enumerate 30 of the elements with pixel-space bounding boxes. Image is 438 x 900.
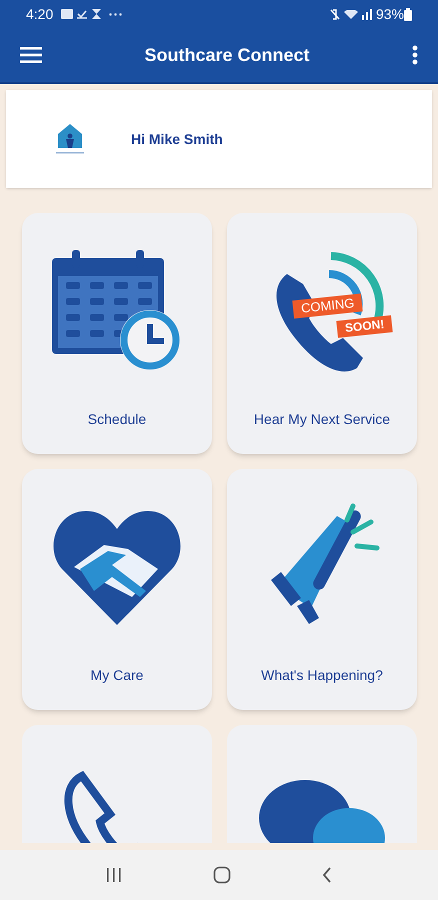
image-icon — [61, 9, 74, 19]
menu-tile[interactable]: My Care — [22, 469, 212, 710]
calendar-clock-icon — [52, 250, 182, 372]
app-title: Southcare Connect — [144, 44, 310, 64]
mute-icon — [330, 8, 340, 20]
tile-label: What's Happening? — [261, 666, 383, 685]
back-icon[interactable] — [321, 866, 333, 884]
ribbon-label: SOON! — [336, 315, 394, 338]
menu-tile[interactable] — [227, 725, 417, 843]
signal-icon — [362, 8, 372, 20]
tile-label: Hear My Next Service — [254, 410, 390, 429]
more-options-icon[interactable] — [412, 45, 418, 65]
battery-level: 93% — [376, 4, 404, 24]
menu-tile[interactable]: What's Happening? — [227, 469, 417, 710]
more-icon — [109, 12, 122, 16]
tile-label: My Care — [90, 666, 144, 685]
menu-icon[interactable] — [20, 47, 42, 63]
status-time: 4:20 — [26, 4, 54, 24]
home-icon[interactable] — [213, 866, 231, 884]
hourglass-icon — [92, 9, 102, 19]
menu-tile[interactable] — [22, 725, 212, 843]
greeting-text: Hi Mike Smith — [131, 130, 223, 148]
wifi-icon — [344, 10, 358, 18]
tile-label: Schedule — [88, 410, 146, 429]
recent-apps-icon[interactable] — [105, 867, 123, 883]
battery-icon — [404, 8, 412, 20]
ribbon-label: COMING — [292, 293, 364, 319]
menu-tile[interactable]: COMING SOON! Hear My Next Service — [227, 213, 417, 454]
menu-tile[interactable]: Schedule — [22, 213, 212, 454]
checkmark-icon — [77, 9, 88, 19]
